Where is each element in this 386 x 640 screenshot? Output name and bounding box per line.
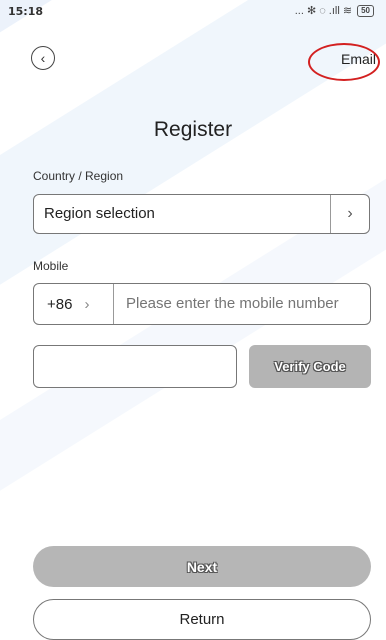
mobile-label: Mobile <box>33 259 69 273</box>
country-code-selector[interactable]: +86 › <box>34 284 114 324</box>
verify-code-button[interactable]: Verify Code <box>249 345 371 388</box>
verification-code-input[interactable] <box>33 345 237 388</box>
country-code-value: +86 <box>47 295 73 313</box>
annotation-circle <box>308 43 380 81</box>
return-button[interactable]: Return <box>33 599 371 640</box>
chevron-right-icon[interactable]: › <box>330 195 369 233</box>
region-value: Region selection <box>44 205 155 222</box>
next-button[interactable]: Next <box>33 546 371 587</box>
country-region-label: Country / Region <box>33 169 124 183</box>
chevron-left-icon: ‹ <box>40 50 46 66</box>
status-time: 15:18 <box>8 5 44 18</box>
status-icons: ... ✻ ◌ .ıll ≋ 50 <box>295 4 374 17</box>
back-button[interactable]: ‹ <box>31 46 55 70</box>
battery-icon: 50 <box>357 4 374 17</box>
page-title: Register <box>153 118 233 141</box>
status-indicators-icon: ... ✻ ◌ .ıll ≋ <box>294 5 353 17</box>
mobile-field: +86 › <box>33 283 371 325</box>
mobile-number-input[interactable] <box>114 284 370 324</box>
region-selector[interactable]: Region selection › <box>33 194 370 234</box>
status-bar: 15:18 ... ✻ ◌ .ıll ≋ 50 <box>0 0 386 24</box>
chevron-right-icon: › <box>84 295 90 313</box>
